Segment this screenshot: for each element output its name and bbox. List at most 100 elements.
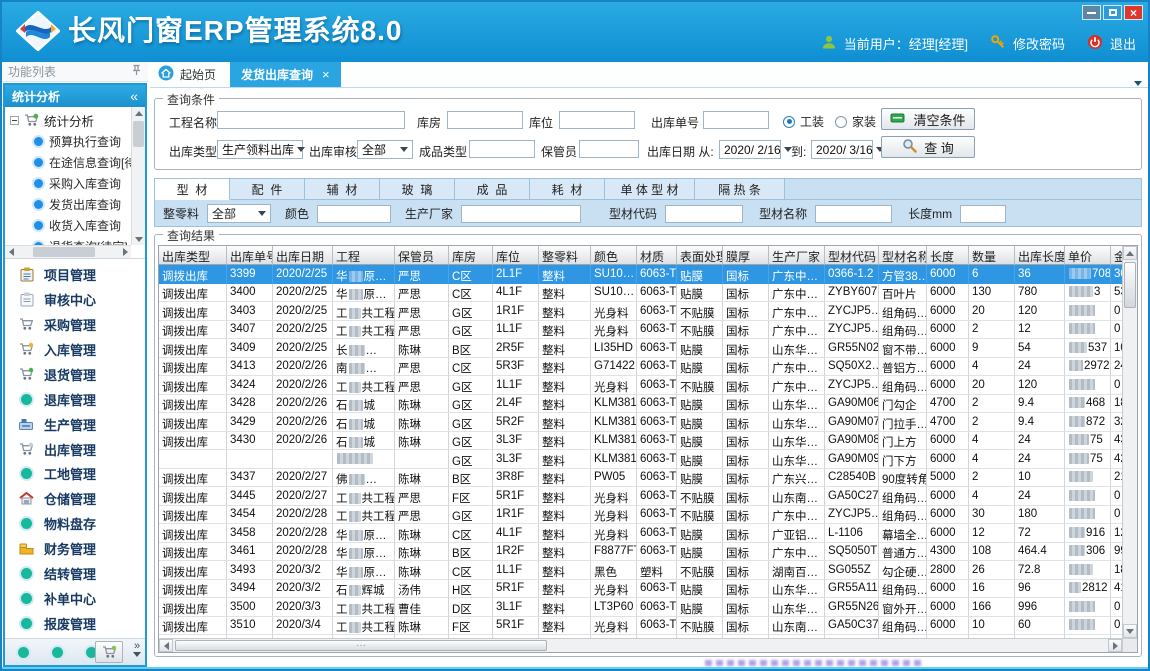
material-tab-0[interactable]: 型 材 [155, 179, 230, 200]
out-type-select[interactable]: 生产领料出库 [217, 140, 303, 159]
material-tab-3[interactable]: 玻 璃 [380, 179, 455, 200]
table-row[interactable]: 调拨出库34942020/3/2石辉城汤伟H区5R1F整料光身料6063-T5贴… [159, 580, 1122, 599]
tree-expander-icon[interactable] [10, 116, 19, 125]
sidebar-item-工地管理[interactable]: 工地管理 [5, 462, 145, 487]
column-header-2[interactable]: 出库日期 [273, 246, 333, 265]
column-header-3[interactable]: 工程 [333, 246, 395, 265]
tree-item[interactable]: 发货出库查询 [5, 194, 131, 215]
table-row[interactable]: 调拨出库34932020/3/2华原…陈琳C区1L1F整料黑色塑料不贴膜国标湖南… [159, 561, 1122, 580]
column-header-19[interactable]: 金额 [1111, 246, 1122, 265]
grid-vertical-scrollbar[interactable] [1122, 246, 1137, 638]
table-row[interactable]: 调拨出库34542020/2/28工共工程严思G区1R1F整料光身料6063-T… [159, 506, 1122, 525]
sidebar-item-物料盘存[interactable]: 物料盘存 [5, 511, 145, 536]
order-no-input[interactable] [703, 111, 769, 129]
profile-code-input[interactable] [665, 205, 743, 223]
date-from-select[interactable]: 2020/ 2/16 [719, 140, 781, 159]
sidebar-item-财务管理[interactable]: 财务管理 [5, 536, 145, 561]
column-header-17[interactable]: 出库长度 [1015, 246, 1065, 265]
table-row[interactable]: 调拨出库34372020/2/27佛…陈琳B区3R8F整料PW056063-T5… [159, 469, 1122, 488]
sidebar-item-退库管理[interactable]: 退库管理 [5, 387, 145, 412]
sidebar-item-采购管理[interactable]: 采购管理 [5, 312, 145, 337]
column-header-14[interactable]: 型材名称 [879, 246, 927, 265]
table-row[interactable]: 调拨出库34282020/2/26石城陈琳G区2L4F整料KLM38176063… [159, 395, 1122, 414]
color-input[interactable] [317, 205, 391, 223]
pin-icon[interactable] [131, 64, 142, 79]
table-row[interactable]: 调拨出库34582020/2/28华原…陈琳C区4L1F整料光身料6063-T5… [159, 524, 1122, 543]
sidebar-item-结转管理[interactable]: 结转管理 [5, 561, 145, 586]
search-button[interactable]: 查 询 [881, 136, 975, 158]
material-tab-6[interactable]: 单 体 型 材 [605, 179, 695, 200]
radio-selected-icon[interactable] [783, 116, 795, 128]
clear-conditions-button[interactable]: 清空条件 [881, 108, 975, 130]
table-row[interactable]: 调拨出库34072020/2/25工共工程严思G区1L1F整料光身料6063-T… [159, 321, 1122, 340]
radio-unselected-icon[interactable] [835, 116, 847, 128]
column-header-8[interactable]: 颜色 [591, 246, 637, 265]
table-row[interactable]: 调拨出库35002020/3/3工共工程曹佳D区3L1F整料LT3P606063… [159, 598, 1122, 617]
product-type-input[interactable] [469, 140, 535, 158]
chevron-down-icon[interactable] [1134, 73, 1142, 91]
material-tab-1[interactable]: 配 件 [230, 179, 305, 200]
sidebar-item-仓储管理[interactable]: 仓储管理 [5, 486, 145, 511]
tree-horizontal-scrollbar[interactable] [5, 245, 131, 258]
collapse-icon[interactable]: « [130, 88, 138, 104]
material-tab-4[interactable]: 成 品 [455, 179, 530, 200]
tree-item[interactable]: 在途信息查询[待 [5, 152, 131, 173]
module-dot-icon[interactable] [18, 647, 29, 658]
cart-module-button[interactable] [95, 641, 123, 663]
tree-item[interactable]: 收货入库查询 [5, 215, 131, 236]
sidebar-item-生产管理[interactable]: 生产管理 [5, 412, 145, 437]
table-row[interactable]: 调拨出库34292020/2/26石城陈琳G区5R2F整料KLM38176063… [159, 413, 1122, 432]
audit-select[interactable]: 全部 [357, 140, 413, 159]
material-tab-7[interactable]: 隔 热 条 [695, 179, 785, 200]
column-header-9[interactable]: 材质 [637, 246, 677, 265]
column-header-12[interactable]: 生产厂家 [769, 246, 825, 265]
table-row[interactable]: 调拨出库33992020/2/25华原…严思C区2L1F整料SU10…6063-… [159, 265, 1122, 284]
column-header-6[interactable]: 库位 [493, 246, 539, 265]
column-header-13[interactable]: 型材代码 [825, 246, 879, 265]
tab-shipment-query[interactable]: 发货出库查询 × [230, 62, 341, 87]
warehouse-input[interactable] [447, 111, 523, 129]
table-row[interactable]: 调拨出库34002020/2/25华原…严思C区4L1F整料SU10…6063-… [159, 284, 1122, 303]
tree-item[interactable]: 采购入库查询 [5, 173, 131, 194]
sidebar-item-项目管理[interactable]: 项目管理 [5, 262, 145, 287]
length-input[interactable] [960, 205, 1006, 223]
location-input[interactable] [559, 111, 635, 129]
sidebar-item-报废管理[interactable]: 报废管理 [5, 611, 145, 636]
tab-close-icon[interactable]: × [322, 67, 330, 82]
manufacturer-input[interactable] [461, 205, 581, 223]
table-row[interactable]: 调拨出库34452020/2/27工共工程严思F区5R1F整料光身料6063-T… [159, 487, 1122, 506]
column-header-7[interactable]: 整零料 [539, 246, 591, 265]
column-header-15[interactable]: 长度 [927, 246, 969, 265]
table-row[interactable]: G区3L3F整料KLM38176063-T5贴膜国标山东华…GA90M09.门下… [159, 450, 1122, 469]
table-row[interactable]: 调拨出库35102020/3/4工共工程陈琳F区5R1F整料光身料6063-T5… [159, 617, 1122, 636]
column-header-1[interactable]: 出库单号 [227, 246, 273, 265]
radio-jiazhuang[interactable]: 家装 [835, 113, 876, 130]
tree-vertical-scrollbar[interactable] [131, 107, 145, 245]
grid-horizontal-scrollbar[interactable]: ··· [159, 638, 1122, 652]
column-header-16[interactable]: 数量 [969, 246, 1015, 265]
table-row[interactable]: 调拨出库34302020/2/26石城陈琳G区3L3F整料KLM38176063… [159, 432, 1122, 451]
column-header-10[interactable]: 表面处理 [677, 246, 723, 265]
logout-button[interactable]: 退出 [1110, 34, 1136, 53]
module-dot-icon[interactable] [52, 647, 63, 658]
more-modules-button[interactable]: » [133, 642, 141, 658]
tree-item[interactable]: 退货查询[待定] [5, 236, 131, 245]
minimize-button[interactable] [1082, 5, 1101, 20]
tab-home[interactable]: 起始页 [150, 62, 230, 87]
table-row[interactable]: 调拨出库34132020/2/26南…严思C区5R3F整料G714226063-… [159, 358, 1122, 377]
project-name-input[interactable] [217, 111, 405, 129]
change-password-link[interactable]: 修改密码 [1013, 34, 1065, 53]
material-tab-2[interactable]: 辅 材 [305, 179, 380, 200]
column-header-11[interactable]: 膜厚 [723, 246, 769, 265]
maximize-button[interactable] [1103, 5, 1122, 20]
sidebar-item-补单中心[interactable]: 补单中心 [5, 586, 145, 611]
date-to-select[interactable]: 2020/ 3/16 [811, 140, 873, 159]
table-row[interactable]: 调拨出库34032020/2/25工共工程严思G区1R1F整料光身料6063-T… [159, 302, 1122, 321]
sidebar-item-入库管理[interactable]: 入库管理 [5, 337, 145, 362]
sidebar-item-出库管理[interactable]: 出库管理 [5, 437, 145, 462]
column-header-0[interactable]: 出库类型 [159, 246, 227, 265]
sidebar-item-退货管理[interactable]: 退货管理 [5, 362, 145, 387]
tree-root[interactable]: 统计分析 [5, 109, 131, 131]
column-header-4[interactable]: 保管员 [395, 246, 449, 265]
table-row[interactable]: 调拨出库34092020/2/25长…陈琳B区2R5F整料LI35HD6063-… [159, 339, 1122, 358]
